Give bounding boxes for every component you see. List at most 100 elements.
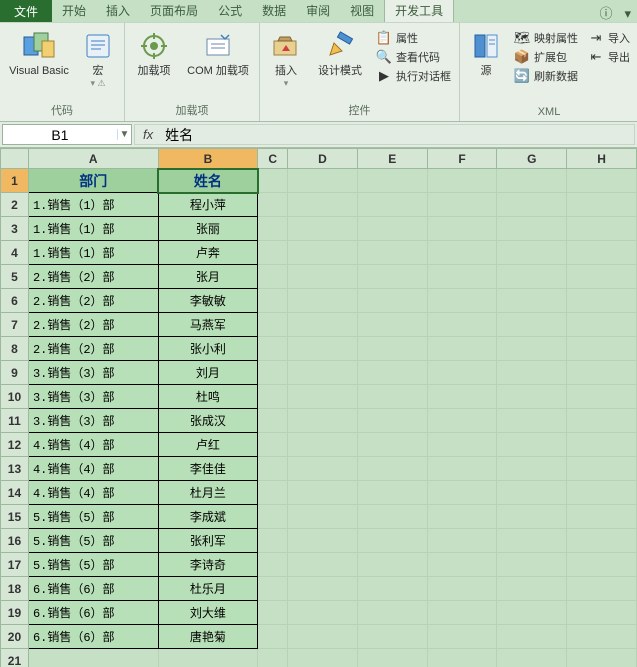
cell-A8[interactable]: 2.销售（2）部 bbox=[28, 337, 158, 361]
row-header-15[interactable]: 15 bbox=[1, 505, 29, 529]
cell-E8[interactable] bbox=[357, 337, 427, 361]
run-dialog-button[interactable]: ▶ 执行对话框 bbox=[374, 67, 453, 85]
cell-H7[interactable] bbox=[567, 313, 637, 337]
row-header-2[interactable]: 2 bbox=[1, 193, 29, 217]
tab-file[interactable]: 文件 bbox=[0, 0, 52, 22]
cell-F3[interactable] bbox=[427, 217, 497, 241]
cell-E13[interactable] bbox=[357, 457, 427, 481]
cell-H11[interactable] bbox=[567, 409, 637, 433]
row-header-3[interactable]: 3 bbox=[1, 217, 29, 241]
cell-B4[interactable]: 卢奔 bbox=[158, 241, 258, 265]
cell-G7[interactable] bbox=[497, 313, 567, 337]
cell-D17[interactable] bbox=[288, 553, 358, 577]
cell-G9[interactable] bbox=[497, 361, 567, 385]
spreadsheet-grid[interactable]: ABCDEFGH1部门姓名21.销售（1）部程小萍31.销售（1）部张丽41.销… bbox=[0, 148, 637, 667]
col-header-A[interactable]: A bbox=[28, 149, 158, 169]
row-header-11[interactable]: 11 bbox=[1, 409, 29, 433]
view-code-button[interactable]: 🔍 查看代码 bbox=[374, 48, 453, 66]
cell-G19[interactable] bbox=[497, 601, 567, 625]
cell-G14[interactable] bbox=[497, 481, 567, 505]
tab-1[interactable]: 插入 bbox=[96, 0, 140, 22]
cell-B18[interactable]: 杜乐月 bbox=[158, 577, 258, 601]
cell-C9[interactable] bbox=[258, 361, 288, 385]
cell-E2[interactable] bbox=[357, 193, 427, 217]
cell-A14[interactable]: 4.销售（4）部 bbox=[28, 481, 158, 505]
cell-F9[interactable] bbox=[427, 361, 497, 385]
cell-H4[interactable] bbox=[567, 241, 637, 265]
cell-F13[interactable] bbox=[427, 457, 497, 481]
cell-F21[interactable] bbox=[427, 649, 497, 667]
cell-G13[interactable] bbox=[497, 457, 567, 481]
cell-G15[interactable] bbox=[497, 505, 567, 529]
cell-C2[interactable] bbox=[258, 193, 288, 217]
cell-B21[interactable] bbox=[158, 649, 258, 667]
cell-D10[interactable] bbox=[288, 385, 358, 409]
cell-A13[interactable]: 4.销售（4）部 bbox=[28, 457, 158, 481]
row-header-21[interactable]: 21 bbox=[1, 649, 29, 667]
row-header-20[interactable]: 20 bbox=[1, 625, 29, 649]
cell-B5[interactable]: 张月 bbox=[158, 265, 258, 289]
cell-D18[interactable] bbox=[288, 577, 358, 601]
cell-B2[interactable]: 程小萍 bbox=[158, 193, 258, 217]
cell-B1[interactable]: 姓名 bbox=[158, 169, 258, 193]
cell-A15[interactable]: 5.销售（5）部 bbox=[28, 505, 158, 529]
row-header-8[interactable]: 8 bbox=[1, 337, 29, 361]
cell-D13[interactable] bbox=[288, 457, 358, 481]
map-properties-button[interactable]: 🗺 映射属性 bbox=[512, 29, 580, 47]
col-header-E[interactable]: E bbox=[357, 149, 427, 169]
cell-H16[interactable] bbox=[567, 529, 637, 553]
cell-F8[interactable] bbox=[427, 337, 497, 361]
name-box[interactable]: ▼ bbox=[2, 124, 132, 145]
cell-B13[interactable]: 李佳佳 bbox=[158, 457, 258, 481]
cell-H15[interactable] bbox=[567, 505, 637, 529]
cell-C4[interactable] bbox=[258, 241, 288, 265]
row-header-10[interactable]: 10 bbox=[1, 385, 29, 409]
cell-B7[interactable]: 马燕军 bbox=[158, 313, 258, 337]
cell-B6[interactable]: 李敏敏 bbox=[158, 289, 258, 313]
cell-G2[interactable] bbox=[497, 193, 567, 217]
cell-C16[interactable] bbox=[258, 529, 288, 553]
row-header-6[interactable]: 6 bbox=[1, 289, 29, 313]
cell-C11[interactable] bbox=[258, 409, 288, 433]
cell-D21[interactable] bbox=[288, 649, 358, 667]
cell-D14[interactable] bbox=[288, 481, 358, 505]
cell-G17[interactable] bbox=[497, 553, 567, 577]
cell-B20[interactable]: 唐艳菊 bbox=[158, 625, 258, 649]
expansion-pack-button[interactable]: 📦 扩展包 bbox=[512, 48, 580, 66]
cell-A7[interactable]: 2.销售（2）部 bbox=[28, 313, 158, 337]
visual-basic-button[interactable]: Visual Basic bbox=[6, 27, 72, 78]
cell-E17[interactable] bbox=[357, 553, 427, 577]
row-header-5[interactable]: 5 bbox=[1, 265, 29, 289]
cell-H6[interactable] bbox=[567, 289, 637, 313]
cell-F5[interactable] bbox=[427, 265, 497, 289]
cell-B14[interactable]: 杜月兰 bbox=[158, 481, 258, 505]
cell-H1[interactable] bbox=[567, 169, 637, 193]
cell-H5[interactable] bbox=[567, 265, 637, 289]
cell-C19[interactable] bbox=[258, 601, 288, 625]
cell-C12[interactable] bbox=[258, 433, 288, 457]
cell-A10[interactable]: 3.销售（3）部 bbox=[28, 385, 158, 409]
col-header-F[interactable]: F bbox=[427, 149, 497, 169]
row-header-17[interactable]: 17 bbox=[1, 553, 29, 577]
cell-E5[interactable] bbox=[357, 265, 427, 289]
cell-F12[interactable] bbox=[427, 433, 497, 457]
cell-G11[interactable] bbox=[497, 409, 567, 433]
cell-D12[interactable] bbox=[288, 433, 358, 457]
cell-G4[interactable] bbox=[497, 241, 567, 265]
minimize-ribbon-icon[interactable]: ▾ bbox=[618, 6, 637, 22]
refresh-data-button[interactable]: 🔄 刷新数据 bbox=[512, 67, 580, 85]
col-header-B[interactable]: B bbox=[158, 149, 258, 169]
col-header-G[interactable]: G bbox=[497, 149, 567, 169]
cell-F16[interactable] bbox=[427, 529, 497, 553]
cell-C6[interactable] bbox=[258, 289, 288, 313]
cell-E6[interactable] bbox=[357, 289, 427, 313]
formula-value[interactable]: 姓名 bbox=[161, 125, 193, 145]
row-header-19[interactable]: 19 bbox=[1, 601, 29, 625]
row-header-9[interactable]: 9 bbox=[1, 361, 29, 385]
cell-D3[interactable] bbox=[288, 217, 358, 241]
cell-H13[interactable] bbox=[567, 457, 637, 481]
cell-A1[interactable]: 部门 bbox=[28, 169, 158, 193]
cell-C3[interactable] bbox=[258, 217, 288, 241]
cell-H18[interactable] bbox=[567, 577, 637, 601]
cell-H10[interactable] bbox=[567, 385, 637, 409]
